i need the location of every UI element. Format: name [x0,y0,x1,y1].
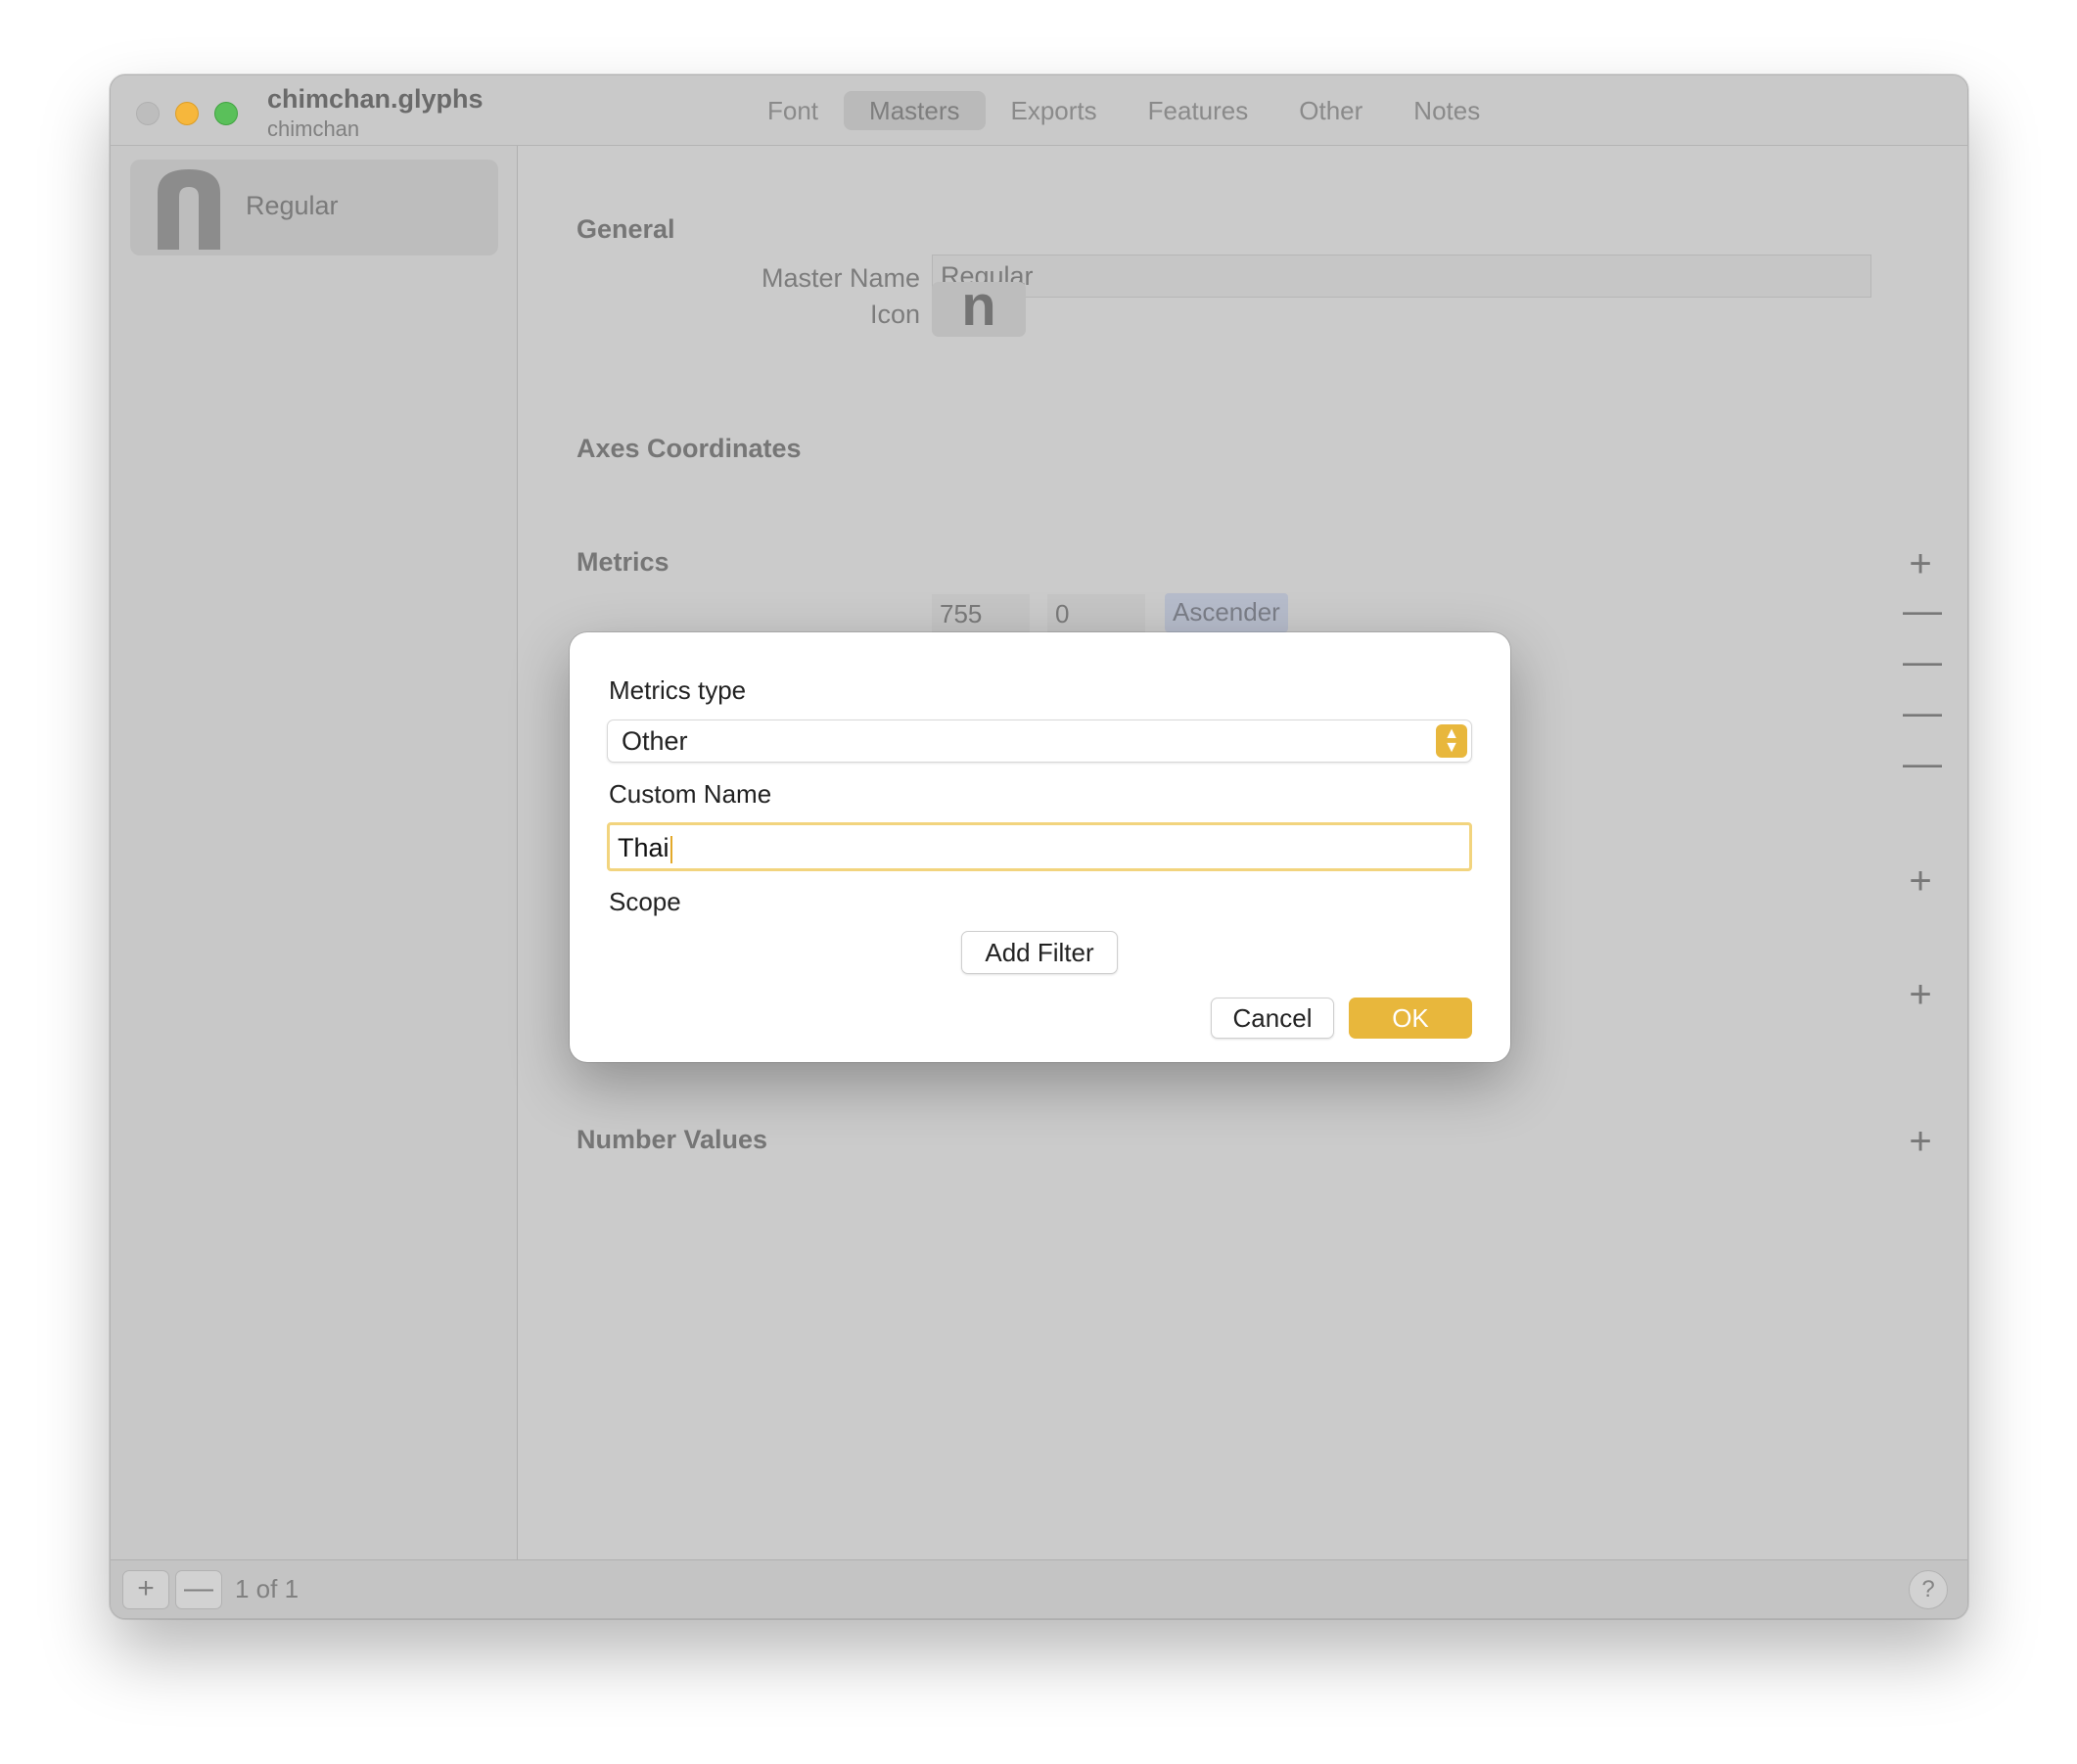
metric-value-field[interactable]: 755 [932,594,1030,633]
tab-bar: Font Masters Exports Features Other Note… [742,91,1505,130]
scope-label: Scope [609,887,681,916]
add-master-button[interactable]: + [122,1570,169,1609]
maximize-window-button[interactable] [214,102,238,125]
remove-metric-button[interactable]: — [1903,693,1942,732]
sidebar-item-regular[interactable]: Regular [130,160,498,255]
metrics-type-value: Other [622,726,688,756]
chevron-up-down-icon: ▲ ▼ [1436,724,1467,758]
close-window-button[interactable] [136,102,160,125]
tab-features[interactable]: Features [1123,91,1274,130]
document-subtitle: chimchan [267,116,360,141]
master-icon-picker[interactable]: n [932,278,1026,337]
master-counter: 1 of 1 [235,1574,300,1603]
section-general-title: General [577,214,675,244]
master-name-field[interactable]: Regular [932,255,1871,298]
section-number-values-title: Number Values [577,1125,768,1154]
text-caret [669,835,672,863]
bottom-bar: + — 1 of 1 ? [111,1559,1967,1618]
custom-name-input[interactable]: Thai [607,822,1472,871]
add-alignment-zone-button[interactable]: + [1903,861,1938,901]
section-metrics-title: Metrics [577,547,669,577]
minimize-window-button[interactable] [175,102,199,125]
cancel-button[interactable]: Cancel [1211,998,1334,1039]
masters-sidebar: Regular [111,146,518,1559]
custom-name-label: Custom Name [609,779,772,809]
ok-button[interactable]: OK [1349,998,1472,1039]
custom-name-value: Thai [618,833,669,862]
add-metric-button[interactable]: + [1903,544,1938,583]
add-metric-dialog: Metrics type Other ▲ ▼ Custom Name Thai S… [570,632,1510,1062]
sidebar-item-label: Regular [246,191,339,220]
icon-label: Icon [869,300,920,329]
remove-metric-button[interactable]: — [1903,744,1942,783]
metrics-type-label: Metrics type [609,675,747,705]
master-name-label: Master Name [761,263,920,293]
tab-exports[interactable]: Exports [986,91,1123,130]
title-bar: chimchan.glyphs chimchan Font Masters Ex… [111,75,1967,146]
section-axes-title: Axes Coordinates [577,434,802,463]
remove-metric-button[interactable]: — [1903,591,1942,630]
metric-name-tag[interactable]: Ascender [1165,593,1288,632]
tab-notes[interactable]: Notes [1388,91,1505,130]
help-button[interactable]: ? [1909,1570,1948,1609]
metrics-type-popup[interactable]: Other ▲ ▼ [607,720,1472,763]
remove-master-button[interactable]: — [175,1570,222,1609]
add-number-value-button[interactable]: + [1903,1122,1938,1161]
master-n-glyph-icon [158,169,220,250]
metric-overshoot-field[interactable]: 0 [1047,594,1145,633]
add-filter-button[interactable]: Add Filter [961,931,1118,974]
tab-masters[interactable]: Masters [844,91,986,130]
tab-font[interactable]: Font [742,91,844,130]
tab-other[interactable]: Other [1273,91,1388,130]
remove-metric-button[interactable]: — [1903,642,1942,681]
add-stem-button[interactable]: + [1903,975,1938,1014]
document-title: chimchan.glyphs [267,84,484,114]
